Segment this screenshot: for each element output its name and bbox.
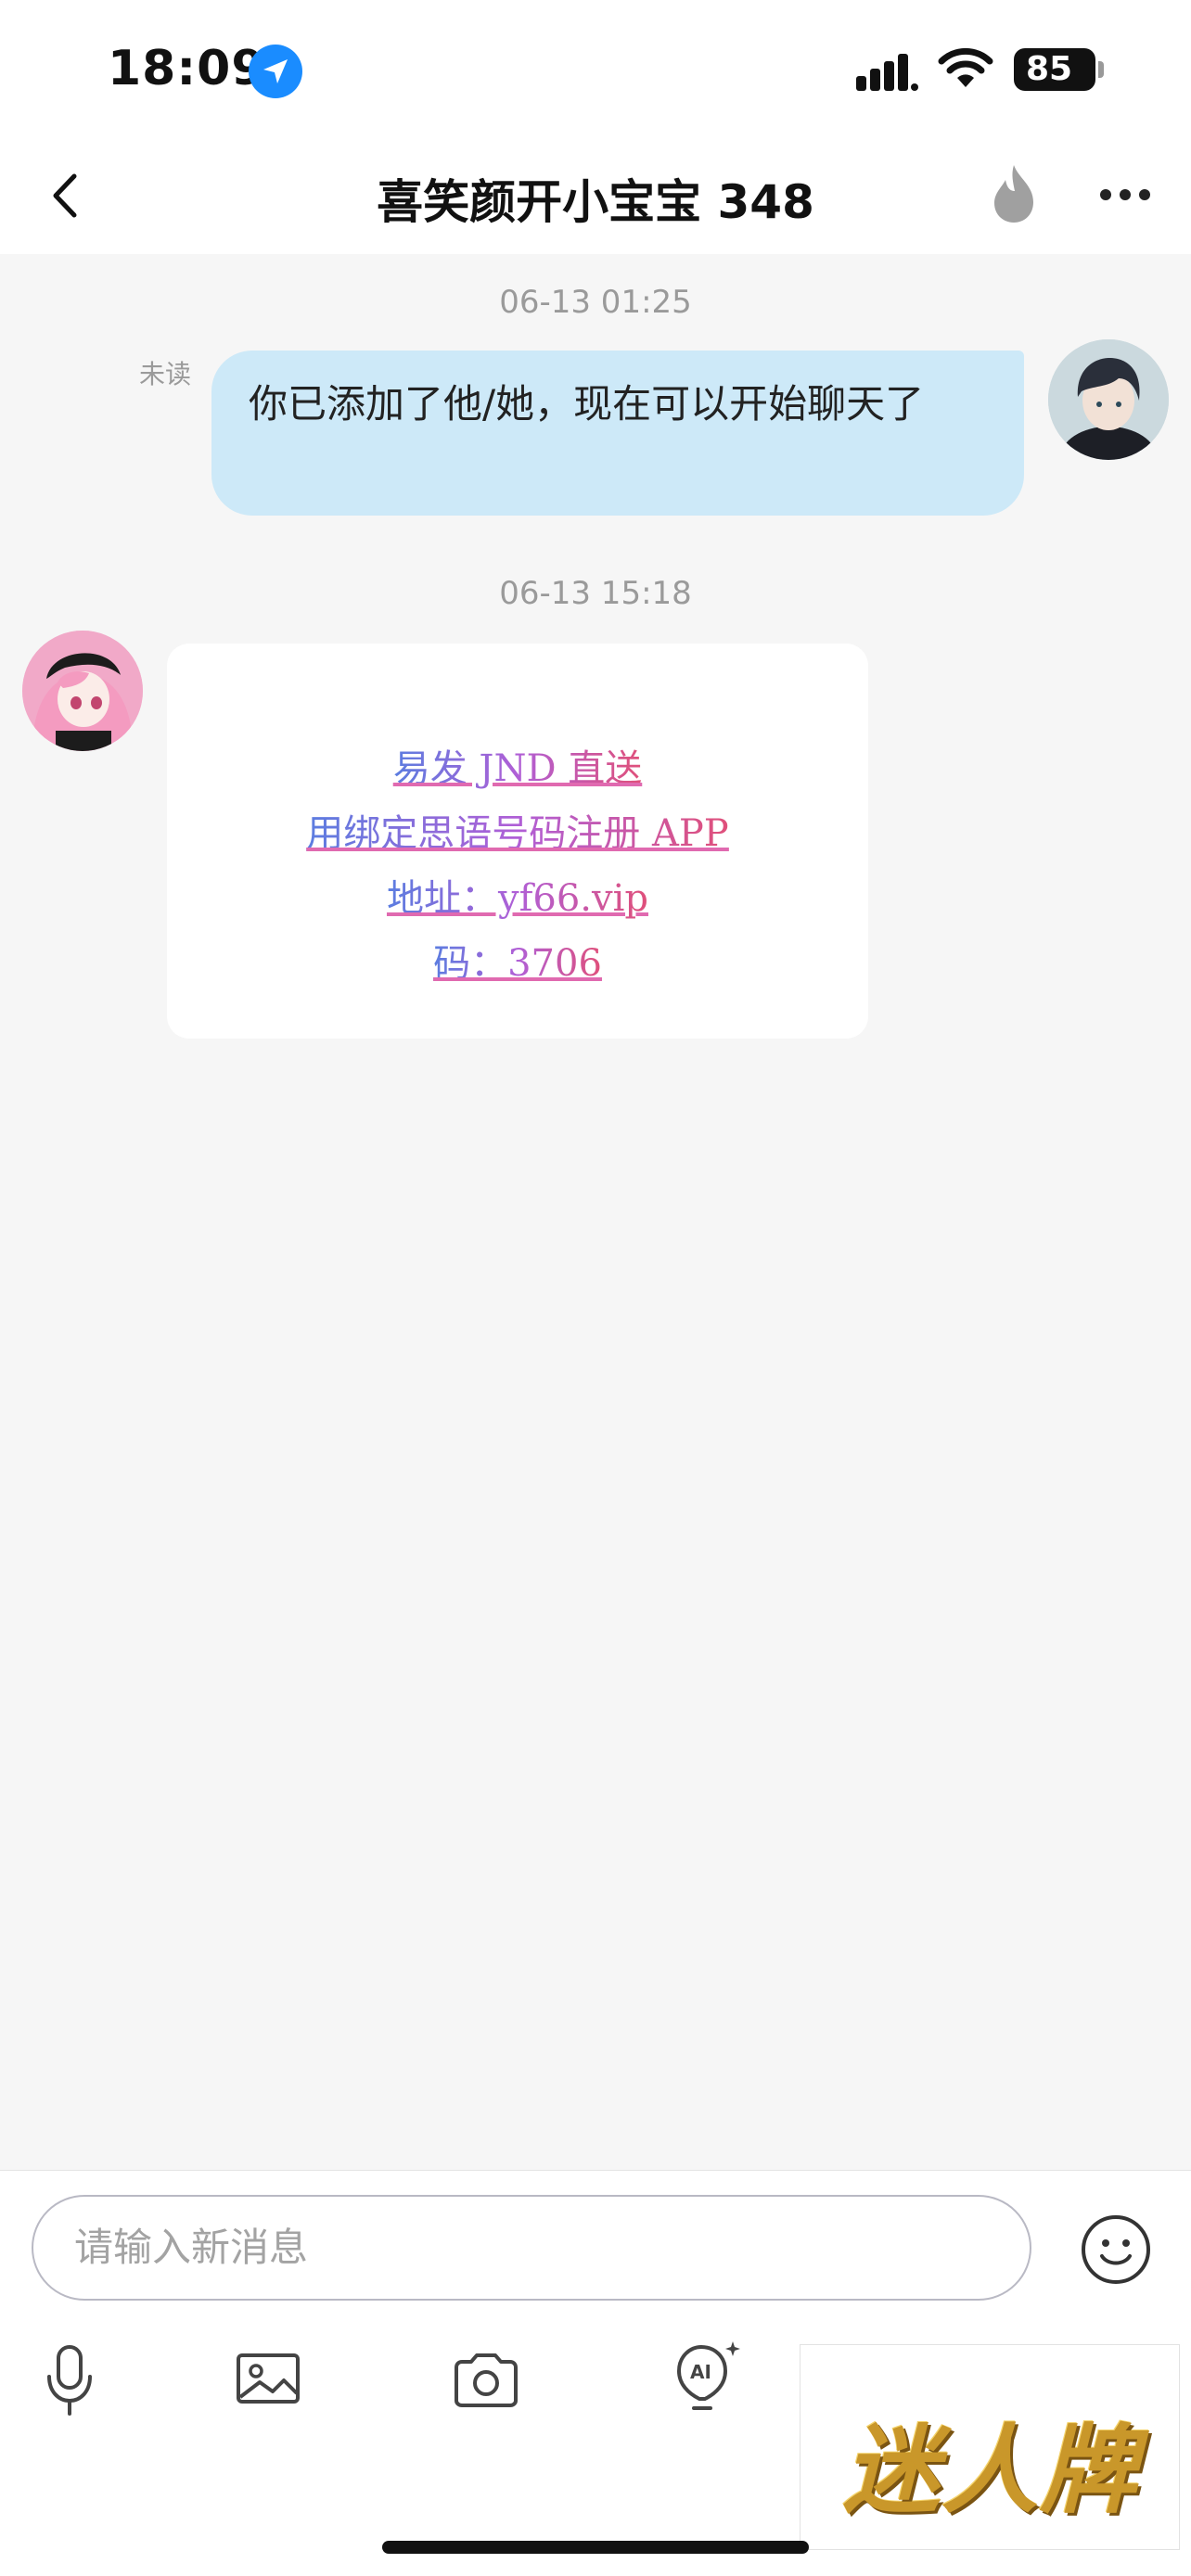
- microphone-icon[interactable]: [45, 2345, 95, 2417]
- avatar[interactable]: [1048, 339, 1169, 460]
- unread-status: 未读: [139, 359, 192, 389]
- watermark-logo: 迷人牌: [800, 2344, 1180, 2550]
- home-indicator[interactable]: [382, 2541, 809, 2554]
- message-bubble-outgoing[interactable]: 你已添加了他/她，现在可以开始聊天了: [211, 351, 1024, 516]
- avatar[interactable]: [22, 631, 143, 751]
- card-line: 用绑定思语号码注册 APP: [306, 801, 728, 866]
- battery-cap: [1098, 61, 1104, 78]
- wifi-icon: [938, 47, 993, 87]
- message-timestamp: 06-13 15:18: [499, 575, 692, 612]
- flame-icon[interactable]: [987, 161, 1041, 226]
- emoji-icon[interactable]: [1080, 2213, 1152, 2286]
- ai-lightbulb-icon[interactable]: AI: [670, 2338, 746, 2416]
- battery-icon: 85: [1014, 48, 1095, 91]
- image-icon[interactable]: [236, 2353, 301, 2404]
- svg-text:AI: AI: [690, 2361, 711, 2383]
- location-arrow-icon: [249, 45, 302, 98]
- watermark-text: 迷人牌: [842, 2414, 1138, 2527]
- camera-icon[interactable]: [453, 2353, 519, 2408]
- battery-level: 85: [1025, 50, 1073, 88]
- cellular-signal-icon: [856, 54, 918, 91]
- chat-header: 喜笑颜开小宝宝 348: [0, 139, 1191, 254]
- message-input[interactable]: 请输入新消息: [32, 2195, 1031, 2301]
- status-time: 18:09: [108, 41, 266, 96]
- card-line: 码：3706: [433, 931, 602, 996]
- message-timestamp: 06-13 01:25: [499, 284, 692, 321]
- status-bar: 18:09 85: [0, 0, 1191, 139]
- message-card-incoming[interactable]: 易发 JND 直送 用绑定思语号码注册 APP 地址：yf66.vip 码：37…: [167, 644, 868, 1039]
- card-link-address[interactable]: 地址：yf66.vip: [387, 866, 648, 931]
- more-dots-icon[interactable]: [1096, 176, 1154, 213]
- card-line: 易发 JND 直送: [393, 736, 643, 801]
